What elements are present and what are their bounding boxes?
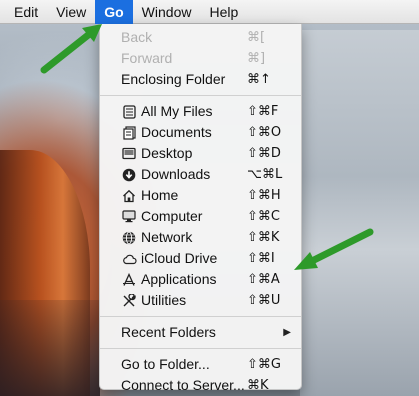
menu-item-forward[interactable]: Forward ⌘] (100, 48, 301, 69)
menu-item-utilities[interactable]: Utilities ⇧⌘U (100, 290, 301, 311)
menubar-window[interactable]: Window (133, 0, 201, 24)
menu-item-label: Computer (141, 208, 203, 224)
icloud-icon (121, 251, 137, 267)
menu-item-shortcut: ⌘K (247, 378, 269, 393)
menu-item-label: Go to Folder... (121, 356, 210, 372)
menu-item-label: Back (121, 29, 153, 45)
menu-item-label: Network (141, 229, 193, 245)
applications-icon (121, 272, 137, 288)
menu-item-label: Recent Folders (121, 324, 216, 340)
downloads-icon (121, 167, 137, 183)
network-icon (121, 230, 137, 246)
home-icon (121, 188, 137, 204)
utilities-icon (121, 293, 137, 309)
annotation-arrow-applications (294, 228, 374, 270)
menu-item-shortcut: ⇧⌘O (247, 125, 282, 140)
all-my-files-icon (121, 104, 137, 120)
menu-item-label: Home (141, 187, 179, 203)
menu-item-label: Downloads (141, 166, 211, 182)
menu-item-recent-folders[interactable]: Recent Folders ▶ (100, 322, 301, 343)
menu-item-label: Enclosing Folder (121, 71, 226, 87)
menu-separator (100, 348, 301, 349)
menu-item-desktop[interactable]: Desktop ⇧⌘D (100, 143, 301, 164)
menu-item-label: Utilities (141, 292, 187, 308)
menu-item-label: Documents (141, 124, 212, 140)
wallpaper-clouds (300, 30, 419, 396)
menu-item-label: Desktop (141, 145, 193, 161)
menu-item-downloads[interactable]: Downloads ⌥⌘L (100, 164, 301, 185)
menu-item-network[interactable]: Network ⇧⌘K (100, 227, 301, 248)
menu-item-label: Connect to Server... (121, 377, 245, 393)
annotation-arrow-go (40, 24, 102, 74)
menu-item-shortcut: ⇧⌘D (247, 146, 281, 161)
menu-item-icloud-drive[interactable]: iCloud Drive ⇧⌘I (100, 248, 301, 269)
menu-separator (100, 316, 301, 317)
menu-item-label: Forward (121, 50, 173, 66)
menu-item-shortcut: ⌥⌘L (247, 167, 283, 182)
menu-item-shortcut: ⇧⌘C (247, 209, 280, 224)
menu-item-shortcut: ⇧⌘U (247, 293, 281, 308)
menu-item-enclosing-folder[interactable]: Enclosing Folder ⌘↑ (100, 69, 301, 90)
menu-item-documents[interactable]: Documents ⇧⌘O (100, 122, 301, 143)
go-menu: Back ⌘[ Forward ⌘] Enclosing Folder ⌘↑ A… (99, 24, 302, 393)
menubar-help[interactable]: Help (200, 0, 247, 24)
menu-separator (100, 95, 301, 96)
menu-item-shortcut: ⇧⌘G (247, 357, 281, 372)
menu-item-connect-to-server[interactable]: Connect to Server... ⌘K (100, 375, 301, 396)
menu-item-shortcut: ⌘] (247, 51, 266, 66)
menu-item-shortcut: ⇧⌘F (247, 104, 279, 119)
menu-item-applications[interactable]: Applications ⇧⌘A (100, 269, 301, 290)
documents-icon (121, 125, 137, 141)
menu-item-label: All My Files (141, 103, 213, 119)
menu-item-shortcut: ⇧⌘K (247, 230, 280, 245)
chevron-right-icon: ▶ (283, 327, 291, 338)
menu-item-go-to-folder[interactable]: Go to Folder... ⇧⌘G (100, 354, 301, 375)
menu-item-shortcut: ⌘↑ (247, 72, 271, 87)
menu-item-label: Applications (141, 271, 217, 287)
menu-item-shortcut: ⇧⌘H (247, 188, 281, 203)
desktop-icon (121, 146, 137, 162)
menu-item-shortcut: ⇧⌘A (247, 272, 280, 287)
menu-item-shortcut: ⇧⌘I (247, 251, 275, 266)
menu-item-shortcut: ⌘[ (247, 30, 266, 45)
wallpaper-shadow (0, 300, 100, 396)
menu-item-home[interactable]: Home ⇧⌘H (100, 185, 301, 206)
menu-item-computer[interactable]: Computer ⇧⌘C (100, 206, 301, 227)
menu-item-label: iCloud Drive (141, 250, 218, 266)
menu-item-back[interactable]: Back ⌘[ (100, 27, 301, 48)
computer-icon (121, 209, 137, 225)
menu-item-all-my-files[interactable]: All My Files ⇧⌘F (100, 101, 301, 122)
